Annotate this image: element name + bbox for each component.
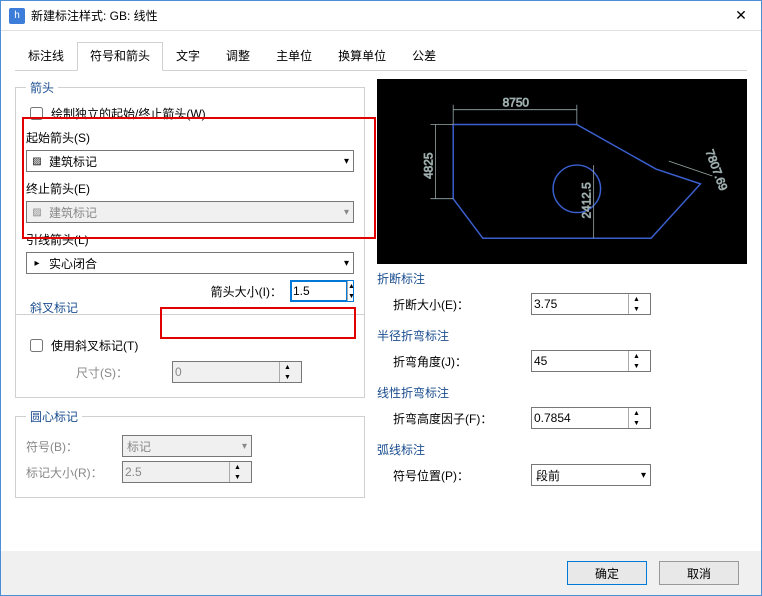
- center-symbol-label: 符号(B)：: [26, 438, 116, 455]
- spin-up-icon[interactable]: ▲: [629, 294, 644, 304]
- svg-text:8750: 8750: [503, 96, 530, 110]
- dimbreak-input[interactable]: [532, 294, 628, 314]
- oblique-size-input: [173, 362, 279, 382]
- tab-symbols-arrows[interactable]: 符号和箭头: [77, 42, 163, 71]
- spin-down-icon: ▼: [230, 472, 245, 482]
- tick-icon: ▨: [31, 155, 43, 167]
- close-icon[interactable]: ✕: [729, 7, 753, 24]
- arrow-size-label: 箭头大小(I)：: [211, 283, 282, 300]
- dimbreak-label: 折断大小(E)：: [393, 296, 523, 313]
- dimbreak-legend: 折断标注: [377, 270, 747, 287]
- linjog-label: 折弯高度因子(F)：: [393, 410, 523, 427]
- linjog-spinner[interactable]: ▲▼: [531, 407, 651, 429]
- oblique-size-label: 尺寸(S)：: [76, 364, 166, 381]
- app-icon: h: [9, 8, 25, 24]
- dimbreak-spinner[interactable]: ▲▼: [531, 293, 651, 315]
- arc-legend: 弧线标注: [377, 441, 747, 458]
- center-symbol-value: 标记: [127, 438, 151, 455]
- leader-arrow-label: 引线箭头(L): [26, 231, 354, 248]
- linjog-input[interactable]: [532, 408, 628, 428]
- ok-button[interactable]: 确定: [567, 561, 647, 585]
- svg-text:2412.5: 2412.5: [580, 182, 594, 219]
- window-title: 新建标注样式: GB: 线性: [31, 7, 729, 24]
- svg-text:4825: 4825: [421, 152, 435, 179]
- oblique-size-spinner: ▲▼: [172, 361, 302, 383]
- chevron-down-icon: ▾: [344, 156, 349, 167]
- spin-up-icon: ▲: [280, 362, 295, 372]
- tab-primary[interactable]: 主单位: [263, 42, 325, 71]
- cancel-button[interactable]: 取消: [659, 561, 739, 585]
- use-oblique-label: 使用斜叉标记(T): [51, 337, 138, 354]
- chevron-down-icon: ▾: [344, 207, 349, 218]
- leader-arrow-combo[interactable]: ▸ 实心闭合 ▾: [26, 252, 354, 274]
- tab-tol[interactable]: 公差: [399, 42, 449, 71]
- arrow-size-input[interactable]: [291, 281, 347, 301]
- svg-text:7807.69: 7807.69: [703, 147, 731, 192]
- solid-arrow-icon: ▸: [31, 257, 43, 269]
- center-symbol-combo: 标记 ▾: [122, 435, 252, 457]
- tab-text[interactable]: 文字: [163, 42, 213, 71]
- end-arrow-combo[interactable]: ▨ 建筑标记 ▾: [26, 201, 354, 223]
- tab-dimline[interactable]: 标注线: [15, 42, 77, 71]
- center-mark-legend: 圆心标记: [26, 408, 82, 425]
- center-size-label: 标记大小(R)：: [26, 464, 116, 481]
- arrowhead-group: 箭头 绘制独立的起始/终止箭头(W) 起始箭头(S) ▨ 建筑标记 ▾ 终止箭头…: [15, 79, 365, 315]
- start-arrow-combo[interactable]: ▨ 建筑标记 ▾: [26, 150, 354, 172]
- chevron-down-icon: ▾: [641, 470, 646, 481]
- end-arrow-label: 终止箭头(E): [26, 180, 354, 197]
- spin-up-icon: ▲: [230, 462, 245, 472]
- tab-fit[interactable]: 调整: [213, 42, 263, 71]
- start-arrow-label: 起始箭头(S): [26, 129, 354, 146]
- spin-down-icon[interactable]: ▼: [629, 304, 644, 314]
- tick-icon: ▨: [31, 206, 43, 218]
- chevron-down-icon: ▾: [242, 441, 247, 452]
- radjog-spinner[interactable]: ▲▼: [531, 350, 651, 372]
- radjog-legend: 半径折弯标注: [377, 327, 747, 344]
- spin-down-icon: ▼: [280, 372, 295, 382]
- draw-separate-checkbox[interactable]: [30, 107, 43, 120]
- spin-up-icon[interactable]: ▲: [629, 351, 644, 361]
- preview-pane: 8750 4825 2412.5 7807.69: [377, 79, 747, 264]
- leader-arrow-value: 实心闭合: [49, 255, 97, 272]
- center-mark-group: 圆心标记 符号(B)： 标记 ▾ 标记大小(R)： ▲▼: [15, 408, 365, 498]
- start-arrow-value: 建筑标记: [49, 153, 97, 170]
- arc-combo[interactable]: 段前 ▾: [531, 464, 651, 486]
- draw-separate-label: 绘制独立的起始/终止箭头(W): [51, 105, 206, 122]
- arrowhead-legend: 箭头: [26, 79, 58, 96]
- tab-alt[interactable]: 换算单位: [325, 42, 399, 71]
- spin-up-icon[interactable]: ▲: [629, 408, 644, 418]
- arc-label: 符号位置(P)：: [393, 467, 523, 484]
- center-size-spinner: ▲▼: [122, 461, 252, 483]
- arc-value: 段前: [536, 467, 560, 484]
- center-size-input: [123, 462, 229, 482]
- radjog-label: 折弯角度(J)：: [393, 353, 523, 370]
- spin-down-icon[interactable]: ▼: [348, 291, 355, 301]
- dialog-footer: 确定 取消: [1, 551, 761, 595]
- chevron-down-icon: ▾: [344, 258, 349, 269]
- use-oblique-checkbox[interactable]: [30, 339, 43, 352]
- spin-down-icon[interactable]: ▼: [629, 361, 644, 371]
- spin-up-icon[interactable]: ▲: [348, 281, 355, 291]
- arrow-size-spinner[interactable]: ▲▼: [290, 280, 354, 302]
- end-arrow-value: 建筑标记: [49, 204, 97, 221]
- spin-down-icon[interactable]: ▼: [629, 418, 644, 428]
- radjog-input[interactable]: [532, 351, 628, 371]
- linjog-legend: 线性折弯标注: [377, 384, 747, 401]
- tab-bar: 标注线 符号和箭头 文字 调整 主单位 换算单位 公差: [1, 31, 761, 70]
